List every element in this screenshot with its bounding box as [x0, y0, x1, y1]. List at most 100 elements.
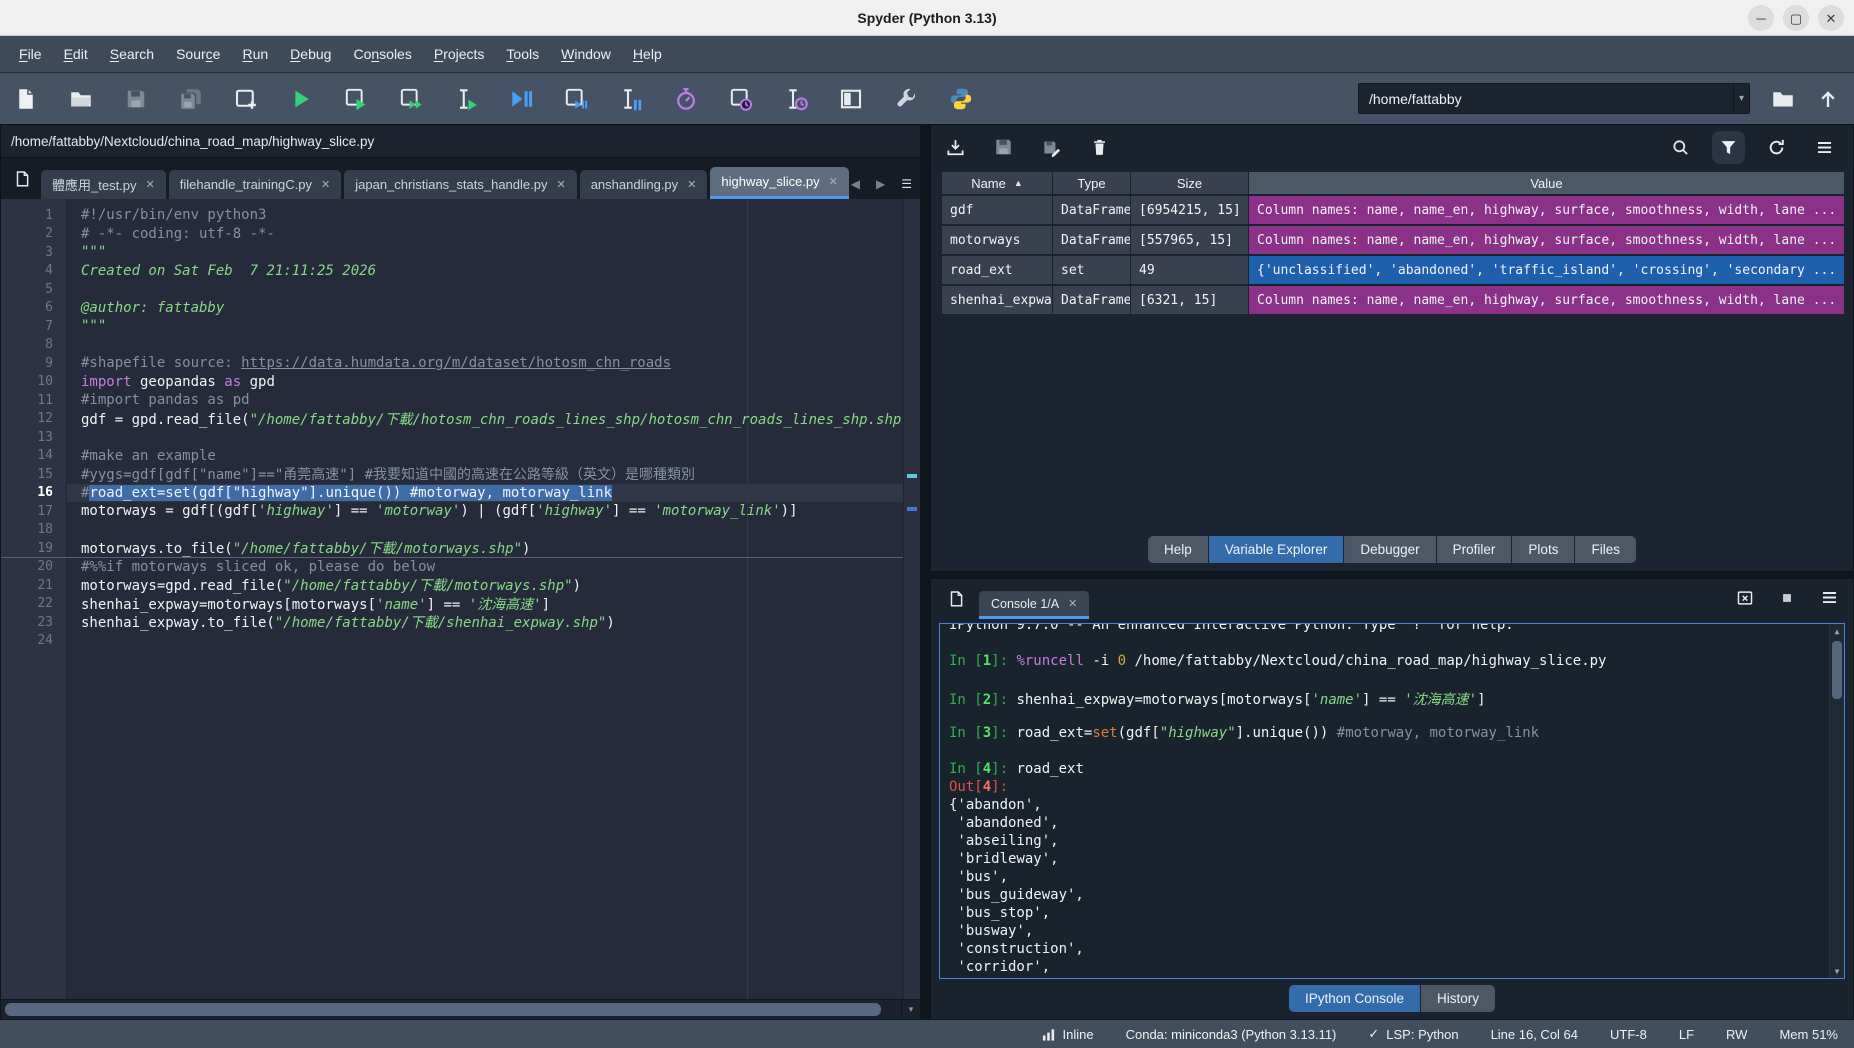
column-header-type[interactable]: Type — [1053, 171, 1131, 195]
column-header-size[interactable]: Size — [1131, 171, 1249, 195]
close-console-button[interactable] — [1736, 589, 1754, 607]
ipython-console[interactable]: IPython 9.7.0 -- An enhanced Interactive… — [939, 623, 1845, 979]
search-button[interactable] — [1670, 137, 1691, 158]
console-scrollbar[interactable]: ▲ ▼ — [1829, 624, 1844, 978]
code-line-21[interactable]: 21motorways=gpd.read_file("/home/fattabb… — [1, 576, 920, 595]
menu-tools[interactable]: Tools — [495, 41, 550, 67]
menu-run[interactable]: Run — [231, 41, 279, 67]
profile-file-button[interactable] — [673, 86, 698, 111]
scroll-down-icon[interactable]: ▼ — [1830, 964, 1844, 978]
run-selection-button[interactable] — [453, 86, 478, 111]
code-line-23[interactable]: 23shenhai_expway.to_file("/home/fattabby… — [1, 613, 920, 632]
code-line-10[interactable]: 10import geopandas as gpd — [1, 373, 920, 392]
minimize-button[interactable]: ─ — [1748, 5, 1774, 31]
menu-consoles[interactable]: Consoles — [342, 41, 422, 67]
panel-tab-plots[interactable]: Plots — [1512, 536, 1575, 563]
variable-row-road-ext[interactable]: road_extset49{'unclassified', 'abandoned… — [941, 255, 1845, 285]
code-line-16[interactable]: 16#road_ext=set(gdf["highway"].unique())… — [1, 484, 920, 503]
chevron-down-icon[interactable]: ▾ — [1733, 84, 1749, 113]
code-line-19[interactable]: 19motorways.to_file("/home/fattabby/下載/m… — [1, 539, 920, 558]
editor-tab-japan-christians-stats-handle-py[interactable]: japan_christians_stats_handle.py✕ — [344, 170, 576, 199]
editor-options-menu-icon[interactable]: ☰ — [901, 177, 912, 191]
code-line-7[interactable]: 7""" — [1, 317, 920, 336]
working-directory-input[interactable] — [1359, 91, 1733, 107]
close-icon[interactable]: ✕ — [829, 175, 838, 188]
panel-tab-debugger[interactable]: Debugger — [1344, 536, 1436, 563]
remove-variable-button[interactable] — [1089, 137, 1110, 158]
code-line-3[interactable]: 3""" — [1, 243, 920, 262]
debug-file-button[interactable] — [508, 86, 533, 111]
console-tab[interactable]: Console 1/A ✕ — [979, 591, 1089, 619]
options-menu-button[interactable] — [1814, 137, 1835, 158]
scrollbar-thumb[interactable] — [5, 1003, 881, 1016]
import-data-button[interactable] — [945, 137, 966, 158]
run-file-button[interactable] — [288, 86, 313, 111]
scrollbar-corner-icon[interactable]: ▾ — [901, 1000, 920, 1019]
run-cell-button[interactable] — [343, 86, 368, 111]
menu-window[interactable]: Window — [550, 41, 622, 67]
code-line-17[interactable]: 17motorways = gdf[(gdf['highway'] == 'mo… — [1, 502, 920, 521]
save-data-as-button[interactable] — [1041, 137, 1062, 158]
code-line-4[interactable]: 4Created on Sat Feb 7 21:11:25 2026 — [1, 262, 920, 281]
scroll-up-icon[interactable]: ▲ — [1830, 624, 1844, 638]
menu-projects[interactable]: Projects — [423, 41, 496, 67]
close-button[interactable]: ✕ — [1818, 5, 1844, 31]
code-line-15[interactable]: 15#yygs=gdf[gdf["name"]=="甬莞高速"] #我要知道中國… — [1, 465, 920, 484]
matplotlib-backend-status[interactable]: Inline — [1041, 1027, 1094, 1042]
menu-edit[interactable]: Edit — [53, 41, 99, 67]
close-icon[interactable]: ✕ — [321, 178, 330, 191]
code-line-5[interactable]: 5 — [1, 280, 920, 299]
panel-tab-variable-explorer[interactable]: Variable Explorer — [1209, 536, 1345, 563]
code-line-12[interactable]: 12gdf = gpd.read_file("/home/fattabby/下載… — [1, 410, 920, 429]
save-data-button[interactable] — [993, 137, 1014, 158]
new-file-button[interactable] — [13, 86, 38, 111]
parent-directory-button[interactable] — [1815, 86, 1840, 111]
interrupt-kernel-button[interactable] — [1778, 589, 1796, 607]
code-editor[interactable]: 1#!/usr/bin/env python32# -*- coding: ut… — [1, 199, 920, 999]
console-panel-tab-history[interactable]: History — [1421, 985, 1495, 1012]
column-header-name[interactable]: Name▲ — [941, 171, 1053, 195]
code-line-24[interactable]: 24 — [1, 632, 920, 651]
scrollbar-thumb[interactable] — [1832, 641, 1842, 699]
profile-cell-button[interactable] — [728, 86, 753, 111]
console-panel-tab-ipython-console[interactable]: IPython Console — [1289, 985, 1421, 1012]
close-icon[interactable]: ✕ — [556, 178, 565, 191]
browse-tabs-icon[interactable] — [9, 166, 35, 192]
panel-tab-help[interactable]: Help — [1148, 536, 1209, 563]
browse-directory-button[interactable] — [1770, 86, 1795, 111]
editor-tab-anshandling-py[interactable]: anshandling.py✕ — [580, 170, 708, 199]
open-file-button[interactable] — [68, 86, 93, 111]
panel-tab-profiler[interactable]: Profiler — [1437, 536, 1513, 563]
code-line-2[interactable]: 2# -*- coding: utf-8 -*- — [1, 225, 920, 244]
menu-debug[interactable]: Debug — [279, 41, 342, 67]
code-line-9[interactable]: 9#shapefile source: https://data.humdata… — [1, 354, 920, 373]
close-icon[interactable]: ✕ — [1068, 597, 1077, 610]
editor-tab-filehandle-trainingc-py[interactable]: filehandle_trainingC.py✕ — [169, 170, 341, 199]
next-tab-icon[interactable]: ▶ — [876, 177, 885, 191]
previous-tab-icon[interactable]: ◀ — [851, 177, 860, 191]
code-line-6[interactable]: 6@author: fattabby — [1, 299, 920, 318]
editor-horizontal-scrollbar[interactable]: ▾ — [1, 999, 920, 1019]
preferences-button[interactable] — [893, 86, 918, 111]
run-cell-advance-button[interactable] — [398, 86, 423, 111]
editor-tab-highway-slice-py[interactable]: highway_slice.py✕ — [710, 167, 849, 199]
code-line-20[interactable]: 20#%%if motorways sliced ok, please do b… — [1, 558, 920, 577]
menu-help[interactable]: Help — [622, 41, 673, 67]
code-line-13[interactable]: 13 — [1, 428, 920, 447]
debug-selection-button[interactable] — [618, 86, 643, 111]
code-line-11[interactable]: 11#import pandas as pd — [1, 391, 920, 410]
options-menu-button[interactable] — [1820, 588, 1839, 607]
conda-env-status[interactable]: Conda: miniconda3 (Python 3.13.11) — [1126, 1027, 1337, 1042]
scrollflag-area[interactable] — [903, 199, 920, 999]
maximize-pane-button[interactable] — [838, 86, 863, 111]
variable-row-motorways[interactable]: motorwaysDataFrame[557965, 15]Column nam… — [941, 225, 1845, 255]
menu-search[interactable]: Search — [99, 41, 165, 67]
column-header-value[interactable]: Value — [1249, 171, 1845, 195]
profile-selection-button[interactable] — [783, 86, 808, 111]
code-line-14[interactable]: 14#make an example — [1, 447, 920, 466]
code-line-18[interactable]: 18 — [1, 521, 920, 540]
code-line-8[interactable]: 8 — [1, 336, 920, 355]
save-all-button[interactable] — [178, 86, 203, 111]
close-icon[interactable]: ✕ — [687, 178, 696, 191]
menu-source[interactable]: Source — [165, 41, 231, 67]
